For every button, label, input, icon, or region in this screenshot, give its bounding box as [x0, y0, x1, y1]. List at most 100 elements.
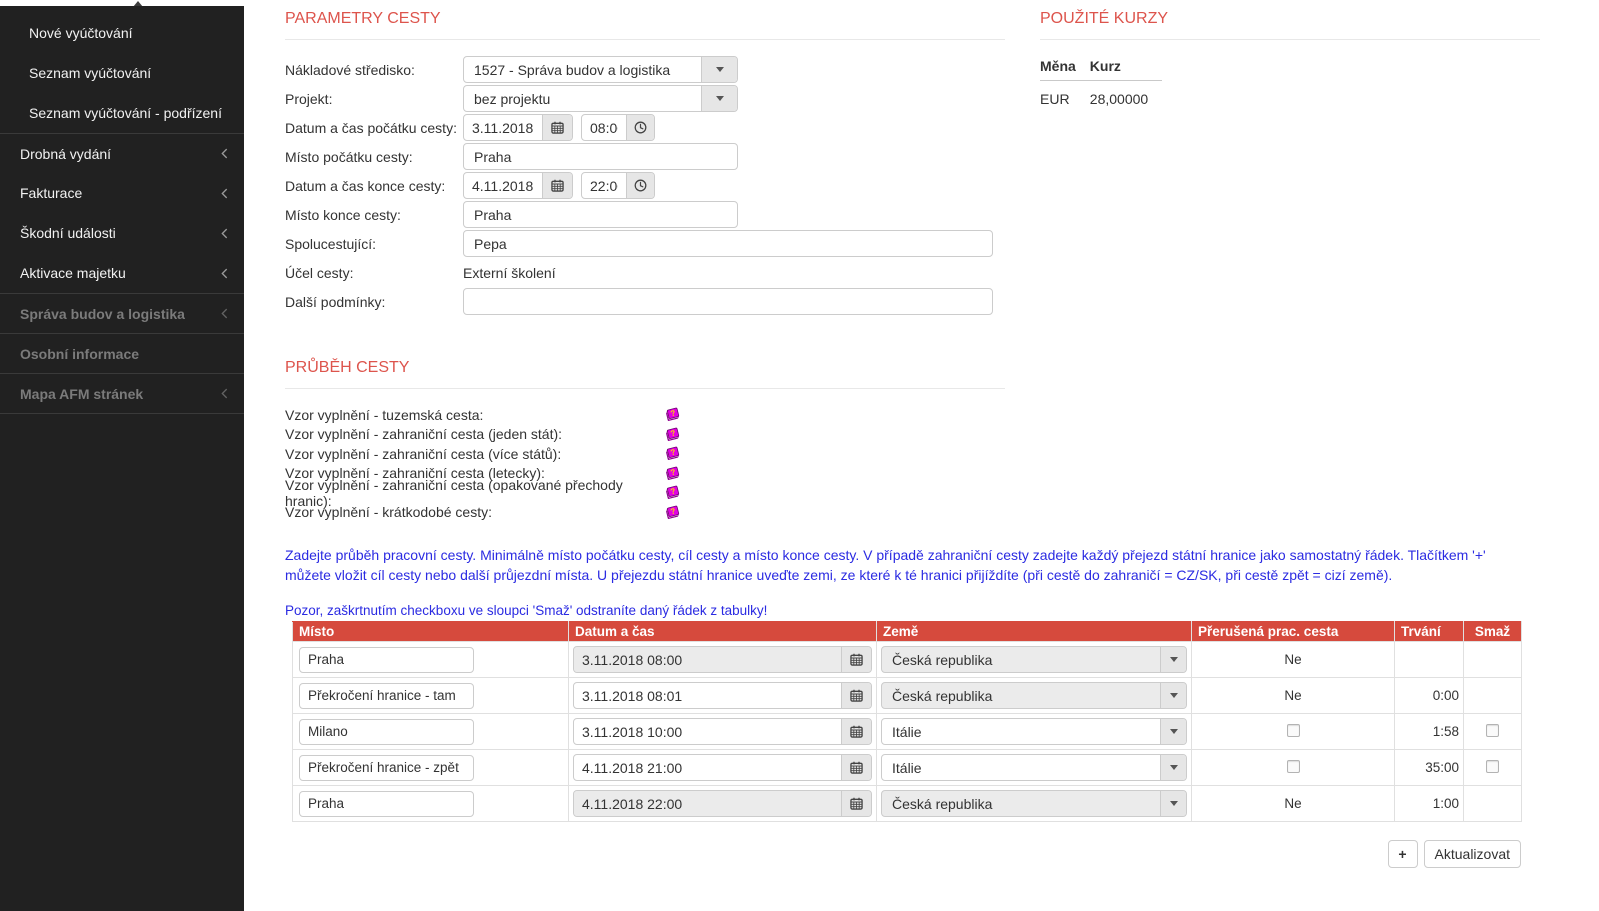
kurzy-table: MěnaKurz EUR28,00000	[1040, 54, 1162, 107]
zeme-select-toggle[interactable]	[1160, 755, 1186, 780]
datum-calendar-button[interactable]	[841, 647, 871, 672]
datum-date-input[interactable]	[574, 719, 841, 744]
help-book-icon[interactable]: ?	[665, 446, 680, 461]
vzor-row: Vzor vyplnění - zahraniční cesta (více s…	[285, 444, 1599, 464]
update-button[interactable]: Aktualizovat	[1424, 840, 1521, 868]
nakladove-stredisko-select-toggle[interactable]	[701, 57, 737, 82]
sidebar-item-label: Drobná vydání	[20, 146, 111, 162]
smaz-cell	[1464, 642, 1522, 678]
help-book-icon[interactable]: ?	[665, 466, 680, 481]
misto-cell	[293, 642, 569, 678]
zeme-select[interactable]: Itálie	[881, 718, 1187, 745]
datum-a-cas-konce-cesty-date-input[interactable]	[464, 173, 542, 198]
sidebar-item-drobna-vydani[interactable]: Drobná vydání	[0, 133, 244, 173]
preruseni-value: Ne	[1284, 796, 1301, 811]
datum-a-cas-pocatku-cesty-date-group	[463, 114, 573, 141]
spolucestujici-input[interactable]	[463, 230, 993, 257]
sidebar-item-sprava-budov-a-logistika[interactable]: Správa budov a logistika	[0, 293, 244, 333]
sidebar-item-seznam-vyuctovani-podrizeni[interactable]: Seznam vyúčtování - podřízení	[0, 93, 244, 133]
kurzy-cell: EUR	[1040, 81, 1090, 108]
preruseni-cell	[1192, 750, 1395, 786]
sidebar-item-label: Nové vyúčtování	[29, 25, 133, 41]
datum-a-cas-pocatku-cesty-date-input[interactable]	[464, 115, 542, 140]
misto-pocatku-cesty-input[interactable]	[463, 143, 738, 170]
misto-input[interactable]	[299, 755, 474, 781]
projekt-select[interactable]: bez projektu	[463, 85, 738, 112]
datum-date-input[interactable]	[574, 683, 841, 708]
zeme-select-toggle[interactable]	[1160, 791, 1186, 816]
caret-down-icon	[1170, 765, 1178, 770]
projekt-select-toggle[interactable]	[701, 86, 737, 111]
zeme-select[interactable]: Česká republika	[881, 682, 1187, 709]
misto-konce-cesty-input[interactable]	[463, 201, 738, 228]
sidebar-item-nove-vyuctovani[interactable]: Nové vyúčtování	[0, 13, 244, 53]
dalsi-podminky-label: Další podmínky:	[285, 294, 463, 310]
misto-input[interactable]	[299, 683, 474, 709]
smaz-checkbox[interactable]	[1486, 724, 1499, 737]
zeme-select-toggle[interactable]	[1160, 647, 1186, 672]
datum-a-cas-konce-cesty-clock-button[interactable]	[626, 173, 654, 198]
dalsi-podminky-input[interactable]	[463, 288, 993, 315]
help-book-icon[interactable]: ?	[665, 427, 680, 442]
datum-date-input[interactable]	[574, 755, 841, 780]
spolucestujici-label: Spolucestující:	[285, 236, 463, 252]
datum-calendar-button[interactable]	[841, 791, 871, 816]
add-row-button[interactable]: +	[1388, 840, 1418, 868]
zeme-select[interactable]: Itálie	[881, 754, 1187, 781]
chevron-left-icon	[221, 228, 228, 239]
smaz-checkbox[interactable]	[1486, 760, 1499, 773]
zeme-select-value: Česká republika	[882, 683, 1160, 708]
sidebar-item-fakturace[interactable]: Fakturace	[0, 173, 244, 213]
datum-date-group	[573, 754, 872, 781]
datum-date-input	[574, 647, 841, 672]
preruseni-checkbox[interactable]	[1287, 724, 1300, 737]
datum-a-cas-konce-cesty-time-input[interactable]	[582, 173, 626, 198]
help-book-icon[interactable]: ?	[665, 407, 680, 422]
preruseni-checkbox[interactable]	[1287, 760, 1300, 773]
nakladove-stredisko-label: Nákladové středisko:	[285, 62, 463, 78]
clock-icon	[634, 179, 647, 192]
help-book-icon[interactable]: ?	[665, 485, 680, 500]
table-row: Česká republikaNe0:00	[293, 678, 1522, 714]
nakladove-stredisko-select[interactable]: 1527 - Správa budov a logistika	[463, 56, 738, 83]
sidebar-item-skodni-udalosti[interactable]: Škodní události	[0, 213, 244, 253]
sidebar-item-seznam-vyuctovani[interactable]: Seznam vyúčtování	[0, 53, 244, 93]
datum-calendar-button[interactable]	[841, 683, 871, 708]
datum-a-cas-konce-cesty-calendar-button[interactable]	[542, 173, 572, 198]
misto-cell	[293, 714, 569, 750]
zeme-select[interactable]: Česká republika	[881, 790, 1187, 817]
zeme-select-toggle[interactable]	[1160, 683, 1186, 708]
misto-input[interactable]	[299, 719, 474, 745]
datum-calendar-button[interactable]	[841, 755, 871, 780]
datum-a-cas-pocatku-cesty-clock-button[interactable]	[626, 115, 654, 140]
misto-pocatku-cesty-label: Místo počátku cesty:	[285, 149, 463, 165]
datum-a-cas-pocatku-cesty-time-input[interactable]	[582, 115, 626, 140]
calendar-icon	[850, 653, 863, 666]
misto-konce-cesty-label: Místo konce cesty:	[285, 207, 463, 223]
trvani-value: 1:58	[1433, 724, 1459, 739]
zeme-select[interactable]: Česká republika	[881, 646, 1187, 673]
datum-calendar-button[interactable]	[841, 719, 871, 744]
table-row: Itálie35:00	[293, 750, 1522, 786]
kurzy-row: EUR28,00000	[1040, 81, 1162, 108]
datum-cell	[569, 786, 877, 822]
kurzy-panel: POUŽITÉ KURZY MěnaKurz EUR28,00000	[1040, 10, 1540, 107]
zeme-select-toggle[interactable]	[1160, 719, 1186, 744]
clock-icon	[634, 121, 647, 134]
sidebar-item-aktivace-majetku[interactable]: Aktivace majetku	[0, 253, 244, 293]
kurzy-header-row: MěnaKurz	[1040, 54, 1162, 81]
help-book-icon[interactable]: ?	[665, 505, 680, 520]
sidebar-item-mapa-afm-stranek[interactable]: Mapa AFM stránek	[0, 373, 244, 413]
datum-date-group	[573, 682, 872, 709]
datum-a-cas-pocatku-cesty-calendar-button[interactable]	[542, 115, 572, 140]
trip-table-body: Česká republikaNeČeská republikaNe0:00It…	[293, 642, 1522, 822]
sidebar-item-osobni-informace[interactable]: Osobní informace	[0, 333, 244, 373]
preruseni-cell: Ne	[1192, 642, 1395, 678]
kurzy-cell: 28,00000	[1090, 81, 1162, 108]
caret-down-icon	[1170, 693, 1178, 698]
sidebar-cutoff-item	[0, 0, 244, 6]
datum-date-input	[574, 791, 841, 816]
ucel-cesty-label: Účel cesty:	[285, 265, 463, 281]
smaz-cell	[1464, 750, 1522, 786]
sidebar-menu: Nové vyúčtování Seznam vyúčtováníSeznam v…	[0, 6, 244, 414]
